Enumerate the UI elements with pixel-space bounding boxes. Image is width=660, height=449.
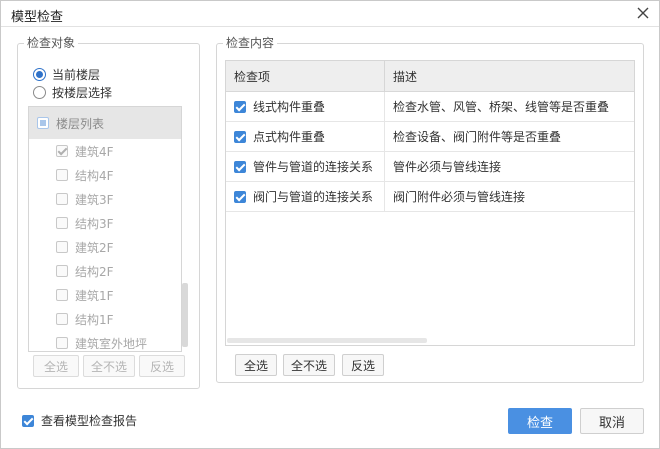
floor-item-label: 建筑室外地坪 — [75, 336, 148, 351]
floor-item-checkbox[interactable] — [56, 289, 68, 301]
table-cell-item: 线式构件重叠 — [226, 92, 385, 121]
table-row[interactable]: 线式构件重叠 检查水管、风管、桥架、线管等是否重叠 — [226, 92, 634, 122]
floor-item-checkbox[interactable] — [56, 217, 68, 229]
row-checkbox[interactable] — [234, 130, 246, 143]
check-button[interactable]: 检查 — [508, 408, 572, 434]
floor-item[interactable]: 建筑1F — [29, 283, 179, 307]
table-header: 检查项 描述 — [226, 61, 634, 92]
radio-by-floor-label: 按楼层选择 — [52, 85, 113, 100]
radio-by-floor-indicator — [33, 85, 46, 99]
table-cell-description: 阀门附件必须与管线连接 — [393, 190, 526, 204]
table-cell-description: 检查设备、阀门附件等是否重叠 — [393, 130, 562, 144]
table-cell-description: 管件必须与管线连接 — [393, 160, 502, 174]
floor-select-none-button[interactable]: 全不选 — [83, 355, 135, 377]
floor-list-header[interactable]: 楼层列表 — [29, 107, 181, 139]
radio-current-floor-label: 当前楼层 — [52, 67, 101, 82]
table-row[interactable]: 点式构件重叠 检查设备、阀门附件等是否重叠 — [226, 122, 634, 152]
table-cell-item: 点式构件重叠 — [226, 122, 385, 151]
floor-item-label: 建筑3F — [75, 192, 114, 207]
floor-item-label: 结构3F — [75, 216, 114, 231]
content-invert-button[interactable]: 反选 — [342, 354, 384, 376]
floor-item[interactable]: 结构4F — [29, 163, 179, 187]
floor-item-checkbox[interactable] — [56, 313, 68, 325]
floor-invert-button[interactable]: 反选 — [139, 355, 185, 377]
table-row[interactable]: 阀门与管道的连接关系 阀门附件必须与管线连接 — [226, 182, 634, 212]
table-cell-description: 检查水管、风管、桥架、线管等是否重叠 — [393, 100, 610, 114]
floor-item-label: 建筑4F — [75, 144, 114, 159]
row-checkbox[interactable] — [234, 100, 246, 113]
floor-item-label: 结构4F — [75, 168, 114, 183]
table-cell-item: 管件与管道的连接关系 — [226, 152, 385, 181]
floor-item-label: 结构1F — [75, 312, 114, 327]
column-header-description[interactable]: 描述 — [385, 61, 634, 92]
row-item-label: 线式构件重叠 — [253, 100, 326, 114]
floor-item[interactable]: 建筑3F — [29, 187, 179, 211]
floor-item-checkbox[interactable] — [56, 193, 68, 205]
close-button[interactable] — [635, 5, 651, 21]
table-cell-item: 阀门与管道的连接关系 — [226, 182, 385, 211]
floor-item[interactable]: 结构1F — [29, 307, 179, 331]
view-report-checkbox[interactable] — [22, 414, 34, 427]
table-horizontal-scrollbar[interactable] — [227, 338, 427, 343]
floor-item-label: 建筑1F — [75, 288, 114, 303]
column-header-item[interactable]: 检查项 — [226, 61, 385, 92]
check-target-legend: 检查对象 — [24, 36, 79, 50]
model-check-dialog: 模型检查 检查对象 当前楼层 按楼层选择 楼层列表 建筑4F 结构4F 建筑3F… — [0, 0, 660, 449]
view-report-option[interactable]: 查看模型检查报告 — [22, 412, 137, 429]
table-row[interactable]: 管件与管道的连接关系 管件必须与管线连接 — [226, 152, 634, 182]
close-icon — [637, 7, 649, 19]
floor-item[interactable]: 建筑4F — [29, 139, 179, 163]
content-select-none-button[interactable]: 全不选 — [283, 354, 335, 376]
floor-item[interactable]: 建筑室外地坪 — [29, 331, 179, 351]
row-item-label: 管件与管道的连接关系 — [253, 160, 374, 174]
floor-list: 楼层列表 建筑4F 结构4F 建筑3F 结构3F 建筑2F 结构2F 建筑1F … — [28, 106, 182, 352]
floor-item[interactable]: 结构3F — [29, 211, 179, 235]
row-checkbox[interactable] — [234, 190, 246, 203]
radio-current-floor[interactable]: 当前楼层 — [33, 65, 100, 83]
title-bar: 模型检查 — [1, 1, 659, 27]
check-items-table: 检查项 描述 线式构件重叠 检查水管、风管、桥架、线管等是否重叠 点式构件重叠 … — [225, 60, 635, 346]
floor-item-checkbox[interactable] — [56, 265, 68, 277]
view-report-label: 查看模型检查报告 — [41, 414, 138, 428]
floor-item[interactable]: 结构2F — [29, 259, 179, 283]
floor-list-scrollbar[interactable] — [182, 283, 188, 347]
floor-item-checkbox[interactable] — [56, 241, 68, 253]
floor-list-header-label: 楼层列表 — [56, 116, 105, 131]
floor-item-label: 结构2F — [75, 264, 114, 279]
row-item-label: 点式构件重叠 — [253, 130, 326, 144]
floor-list-header-checkbox[interactable] — [37, 117, 49, 129]
radio-current-floor-indicator — [33, 67, 46, 81]
floor-rows: 建筑4F 结构4F 建筑3F 结构3F 建筑2F 结构2F 建筑1F 结构1F … — [29, 139, 179, 351]
row-item-label: 阀门与管道的连接关系 — [253, 190, 374, 204]
radio-by-floor[interactable]: 按楼层选择 — [33, 83, 112, 101]
floor-item-label: 建筑2F — [75, 240, 114, 255]
cancel-button[interactable]: 取消 — [580, 408, 644, 434]
check-content-legend: 检查内容 — [223, 36, 278, 50]
content-select-all-button[interactable]: 全选 — [235, 354, 277, 376]
row-checkbox[interactable] — [234, 160, 246, 173]
floor-item-checkbox[interactable] — [56, 337, 68, 349]
floor-item-checkbox[interactable] — [56, 145, 68, 157]
floor-item[interactable]: 建筑2F — [29, 235, 179, 259]
dialog-title: 模型检查 — [11, 10, 64, 25]
floor-item-checkbox[interactable] — [56, 169, 68, 181]
floor-select-all-button[interactable]: 全选 — [33, 355, 79, 377]
